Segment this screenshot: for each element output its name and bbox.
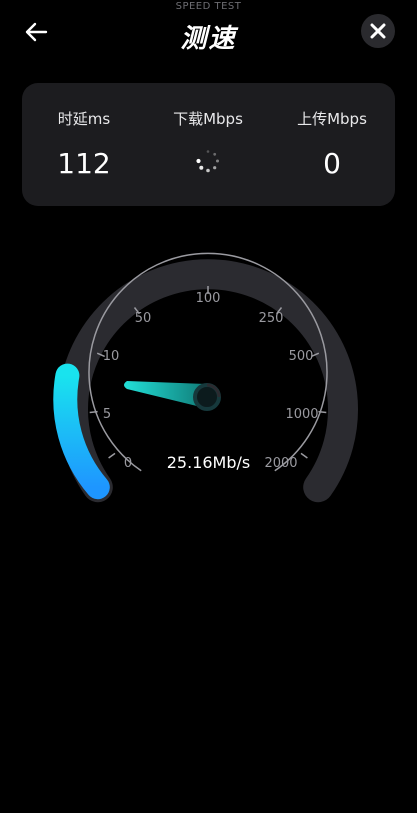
scale-label-10: 10 — [103, 349, 120, 364]
scale-label-100: 100 — [196, 291, 221, 306]
speed-test-screen: SPEED TEST 测速 时延ms 112 下载Mbps 上传Mbps 0 0… — [0, 0, 417, 813]
speed-gauge: 0 5 10 50 100 250 500 1000 2000 — [53, 252, 358, 503]
gauge-needle — [124, 381, 221, 411]
scale-label-50: 50 — [135, 311, 152, 326]
scale-label-250: 250 — [259, 311, 284, 326]
scale-label-500: 500 — [289, 349, 314, 364]
scale-label-5: 5 — [103, 407, 111, 422]
scale-label-1000: 1000 — [285, 407, 318, 422]
current-speed-readout: 25.16Mb/s — [166, 453, 251, 472]
